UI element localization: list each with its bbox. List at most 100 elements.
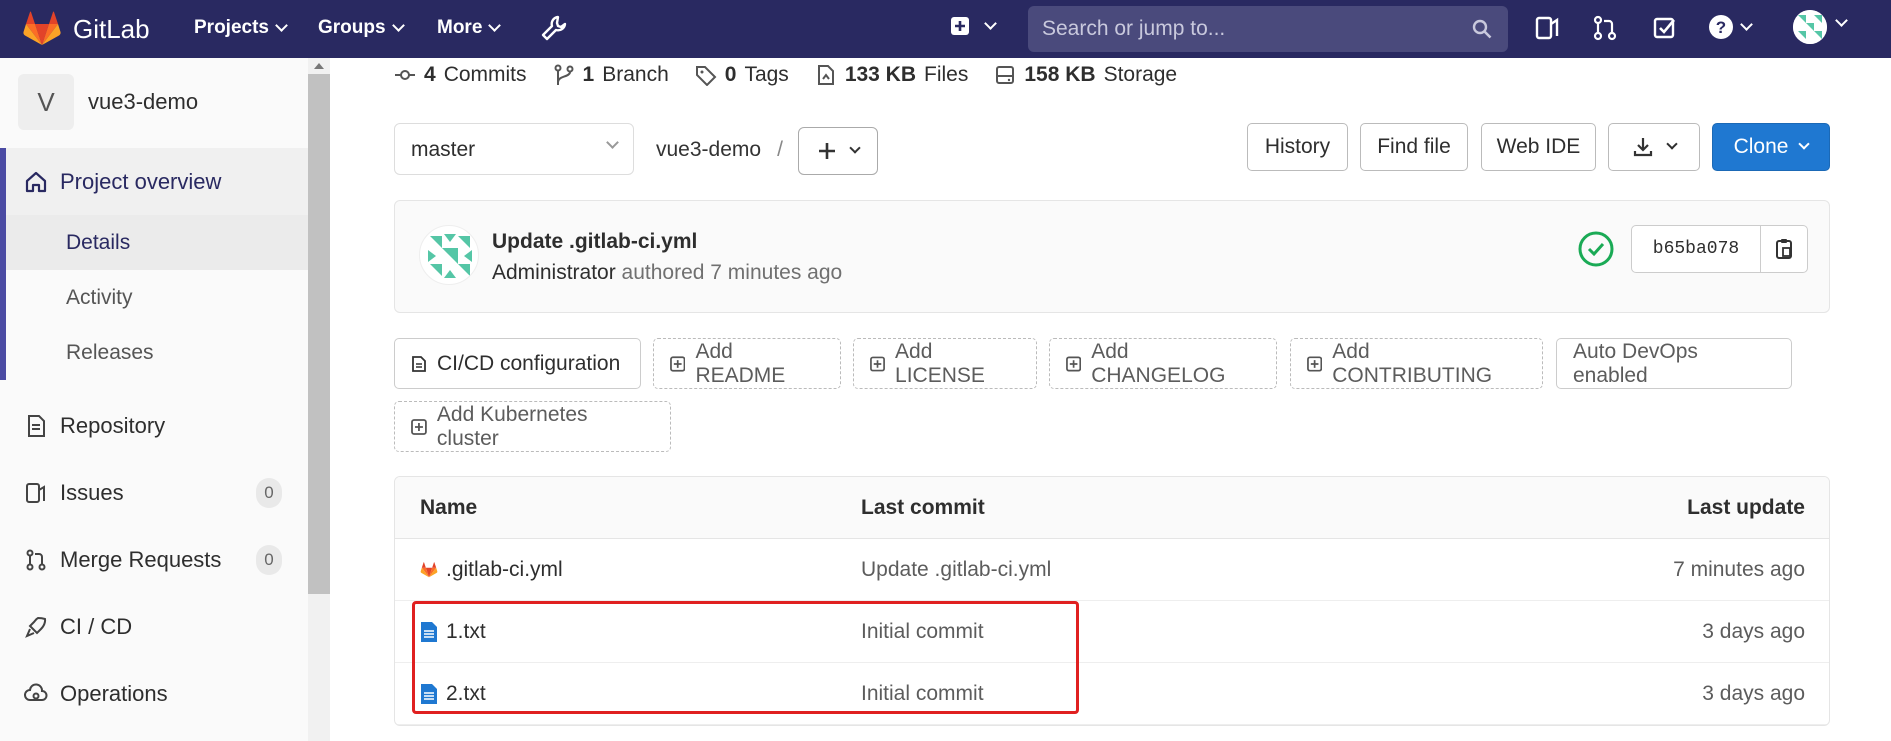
groups-menu-label: Groups [318,17,386,38]
home-icon [25,171,47,192]
cicd-configuration-button[interactable]: CI/CD configuration [394,338,641,389]
scroll-up-arrow-icon[interactable] [314,63,324,69]
chevron-down-icon [1666,138,1678,150]
add-kubernetes-cluster-label: Add Kubernetes cluster [436,402,588,450]
table-row[interactable]: .gitlab-ci.yml Update .gitlab-ci.yml 7 m… [395,539,1829,601]
projects-menu[interactable]: Projects [194,17,288,39]
add-contributing-label: Add CONTRIBUTING [1332,339,1493,387]
find-file-button[interactable]: Find file [1360,123,1468,171]
file-last-commit[interactable]: Initial commit [861,620,984,644]
checkbox-icon[interactable] [1651,14,1679,42]
sidebar-item-ci-cd[interactable]: CI / CD [0,594,308,660]
projects-menu-label: Projects [194,17,269,38]
sidebar-scrollbar[interactable] [308,58,330,741]
storage-stat[interactable]: 158 KB Storage [994,63,1177,87]
project-avatar: V [18,74,74,130]
file-name-cell[interactable]: 2.txt [420,682,486,706]
tag-icon [695,66,717,86]
merge-requests-count-badge: 0 [256,545,282,575]
brand-name[interactable]: GitLab [73,14,150,45]
sidebar-subitem-label: Details [66,230,131,254]
branch-label: Branch [602,63,669,86]
search-input[interactable]: Search or jump to... [1028,6,1508,52]
auto-devops-button[interactable]: Auto DevOps enabled [1556,338,1792,389]
sidebar-subitem-activity[interactable]: Activity [0,270,308,325]
groups-menu[interactable]: Groups [318,17,405,39]
plus-icon [819,143,835,159]
more-menu-label: More [437,17,483,38]
issues-count-badge: 0 [256,478,282,508]
sidebar-subitem-label: Releases [66,340,154,364]
scrollbar-thumb[interactable] [308,74,330,594]
storage-size: 158 KB [1024,63,1096,86]
commit-author[interactable]: Administrator [492,261,616,284]
sidebar-subitem-label: Activity [66,285,133,309]
file-name-cell[interactable]: 1.txt [420,620,486,644]
help-menu[interactable]: ? [1708,14,1753,40]
table-row[interactable]: 1.txt Initial commit 3 days ago [395,601,1829,663]
branch-stat[interactable]: 1 Branch [553,63,669,87]
add-changelog-button[interactable]: Add CHANGELOG [1049,338,1277,389]
branch-selector[interactable]: master [394,123,634,175]
help-icon: ? [1709,15,1733,39]
sidebar-item-operations[interactable]: Operations [0,661,308,727]
commits-count: 4 [424,63,436,86]
add-changelog-label: Add CHANGELOG [1091,339,1226,387]
clone-button[interactable]: Clone [1712,123,1830,171]
history-button[interactable]: History [1247,123,1348,171]
search-icon [1472,19,1492,39]
history-button-label: History [1264,135,1331,158]
commits-stat[interactable]: 4 Commits [394,63,527,87]
copy-sha-button[interactable] [1760,225,1808,273]
wrench-icon[interactable] [540,14,568,42]
merge-request-icon[interactable] [1591,14,1619,42]
sidebar-item-issues[interactable]: Issues 0 [0,460,308,526]
commit-title[interactable]: Update .gitlab-ci.yml [492,230,697,254]
add-readme-button[interactable]: Add README [653,338,841,389]
sidebar-item-repository[interactable]: Repository [0,393,308,459]
add-file-dropdown-button[interactable] [798,127,878,175]
files-stat[interactable]: 133 KB Files [815,63,968,87]
chevron-down-icon [275,18,288,32]
user-avatar[interactable] [1793,10,1827,44]
sidebar-item-label: Merge Requests [60,547,222,572]
file-name-cell[interactable]: .gitlab-ci.yml [420,558,563,582]
column-header-last-update: Last update [1687,496,1805,519]
storage-label: Storage [1103,63,1178,86]
sidebar-subitem-releases[interactable]: Releases [0,325,308,380]
sidebar-item-merge-requests[interactable]: Merge Requests 0 [0,527,308,593]
add-kubernetes-cluster-button[interactable]: Add Kubernetes cluster [394,401,671,452]
commit-meta: Administrator authored 7 minutes ago [492,261,842,285]
add-license-button[interactable]: Add LICENSE [853,338,1037,389]
file-last-commit[interactable]: Initial commit [861,682,984,706]
identicon-icon [428,234,472,278]
column-header-last-commit: Last commit [861,496,985,519]
storage-icon [996,66,1015,84]
project-stats: 4 Commits 1 Branch 0 Tags 133 KB Files 158 K… [394,63,1177,87]
add-contributing-button[interactable]: Add CONTRIBUTING [1290,338,1543,389]
web-ide-button[interactable]: Web IDE [1481,123,1596,171]
column-header-name: Name [420,496,478,519]
gitlab-logo-icon[interactable] [22,9,62,49]
download-button[interactable] [1608,123,1700,171]
more-menu[interactable]: More [437,17,502,39]
sidebar-project-header[interactable]: V vue3-demo [18,74,198,130]
plus-square-icon [870,356,885,371]
add-license-label: Add LICENSE [895,339,985,387]
author-avatar[interactable] [419,225,479,285]
sidebar-item-project-overview[interactable]: Project overview [0,148,308,215]
chevron-down-icon [1740,17,1753,31]
file-last-commit[interactable]: Update .gitlab-ci.yml [861,558,1051,582]
auto-devops-label: Auto DevOps enabled [1573,339,1698,387]
table-row[interactable]: 2.txt Initial commit 3 days ago [395,663,1829,725]
sidebar-subitem-details[interactable]: Details [0,215,308,270]
sidebar-item-label: Operations [60,681,168,706]
chevron-down-icon[interactable] [1835,14,1848,27]
todo-icon[interactable] [1533,14,1561,42]
plus-square-icon [1066,355,1082,372]
new-item-menu[interactable] [950,16,997,36]
commit-sha[interactable]: b65ba078 [1631,225,1761,273]
tags-stat[interactable]: 0 Tags [695,63,789,87]
pipeline-passed-icon[interactable] [1577,230,1615,268]
breadcrumb-project-link[interactable]: vue3-demo [656,138,761,161]
